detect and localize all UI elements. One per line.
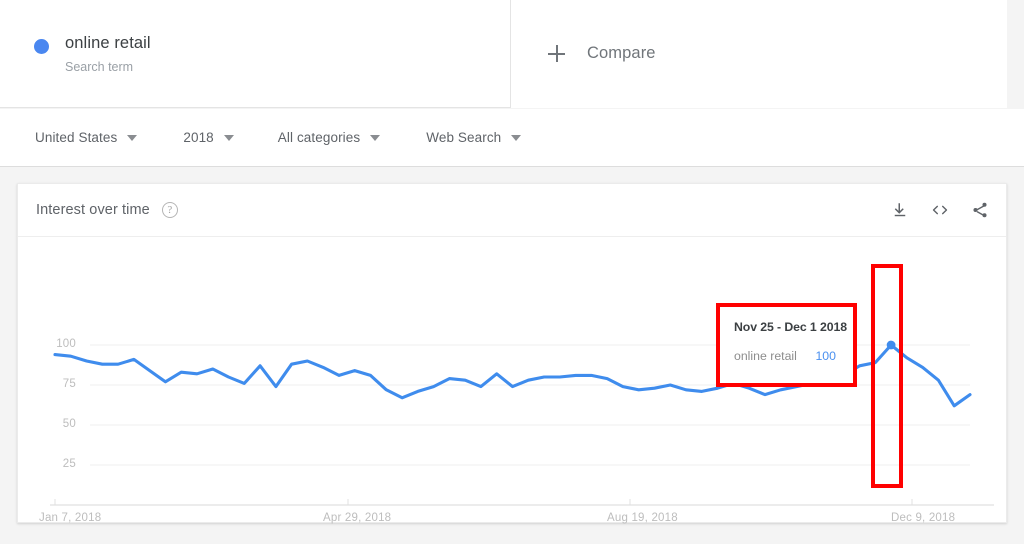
y-axis-tick-50: 50 (40, 418, 76, 430)
compare-cell: Compare (511, 0, 1007, 108)
chart-plot-area[interactable]: 100 75 50 25 Jan 7, 2018 Apr 29, 2018 Au… (18, 237, 1006, 522)
y-axis-tick-100: 100 (40, 338, 76, 350)
search-terms-bar: online retail Search term Compare (0, 0, 1007, 108)
series-color-dot (34, 39, 49, 54)
filter-bar: United States 2018 All categories Web Se… (0, 109, 1024, 167)
card-actions (891, 201, 989, 219)
tooltip-series-row: online retail 100 (734, 349, 840, 363)
tooltip-series-name: online retail (734, 349, 797, 363)
tooltip-date-range: Nov 25 - Dec 1 2018 (734, 320, 840, 334)
y-axis-tick-25: 25 (40, 458, 76, 470)
y-axis-tick-75: 75 (40, 378, 76, 390)
x-axis-tick-jan: Jan 7, 2018 (39, 512, 101, 524)
plus-icon (548, 45, 565, 62)
card-header: Interest over time ? (18, 184, 1006, 237)
filter-time-range[interactable]: 2018 (183, 130, 233, 145)
help-icon[interactable]: ? (162, 202, 178, 218)
tooltip-series-value: 100 (815, 349, 840, 363)
chevron-down-icon (370, 135, 380, 141)
share-icon[interactable] (971, 201, 989, 219)
filter-search-type-value: Web Search (426, 130, 501, 145)
x-axis-tick-dec: Dec 9, 2018 (891, 512, 955, 524)
chevron-down-icon (127, 135, 137, 141)
download-icon[interactable] (891, 201, 909, 219)
trends-page: online retail Search term Compare United… (0, 0, 1024, 544)
chart-tooltip: Nov 25 - Dec 1 2018 online retail 100 (719, 306, 854, 384)
search-term-card[interactable]: online retail Search term (0, 0, 511, 108)
filter-category-value: All categories (278, 130, 360, 145)
interest-line-chart (18, 237, 1006, 522)
filter-category[interactable]: All categories (278, 130, 380, 145)
filter-search-type[interactable]: Web Search (426, 130, 521, 145)
search-term-type: Search term (65, 59, 151, 75)
search-term-label: online retail (65, 32, 151, 54)
chevron-down-icon (511, 135, 521, 141)
highlighted-data-point[interactable] (887, 341, 896, 350)
compare-label: Compare (587, 44, 656, 63)
filter-country[interactable]: United States (35, 130, 137, 145)
filter-country-value: United States (35, 130, 117, 145)
chevron-down-icon (224, 135, 234, 141)
card-title: Interest over time (36, 202, 150, 218)
filter-time-value: 2018 (183, 130, 213, 145)
interest-over-time-card: Interest over time ? (17, 183, 1007, 523)
add-compare-button[interactable]: Compare (511, 44, 656, 63)
x-axis-tick-apr: Apr 29, 2018 (323, 512, 391, 524)
embed-code-icon[interactable] (930, 201, 950, 219)
x-axis-tick-aug: Aug 19, 2018 (607, 512, 678, 524)
